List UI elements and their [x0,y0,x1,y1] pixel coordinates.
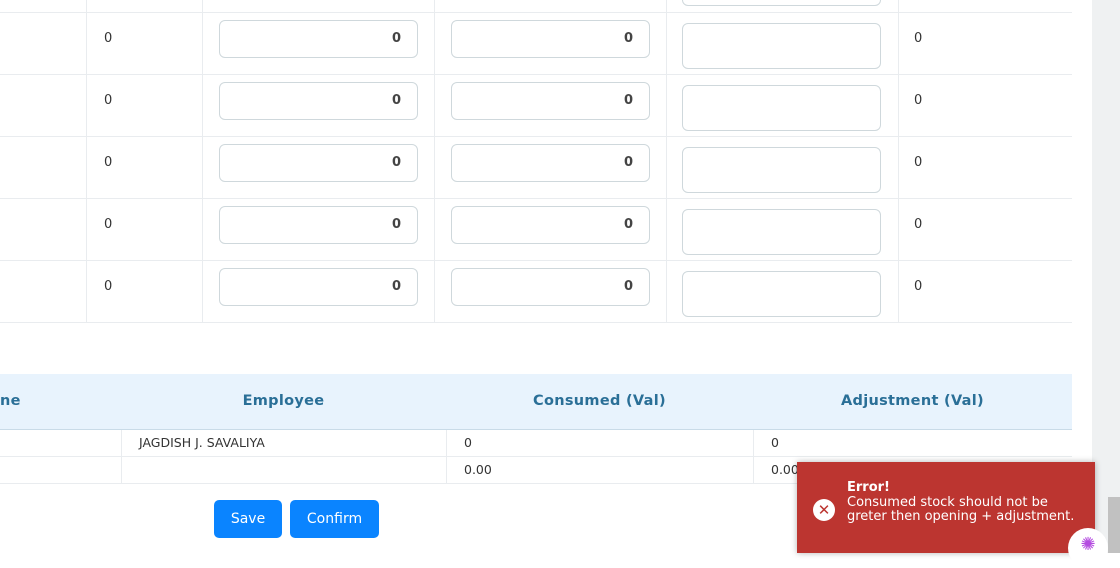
remarks-textarea[interactable] [682,271,881,317]
balance-value: 0 [914,279,923,294]
balance-value: 0 [914,217,923,232]
table-header: ne Employee Consumed (Val) Adjustment (V… [0,374,1072,430]
table-row-partial [0,0,1072,13]
adjustment-input[interactable]: 0 [451,144,650,182]
opening-value: 0 [104,217,113,232]
table-row: 0000 [0,137,1072,199]
employee-cell: JAGDISH J. SAVALIYA [121,430,446,457]
opening-value: 0 [104,31,113,46]
header-consumed: Consumed (Val) [533,393,666,409]
adjustment-cell: 0 [753,430,1072,457]
header-adjustment: Adjustment (Val) [841,393,984,409]
remarks-textarea[interactable] [682,147,881,193]
remarks-textarea[interactable] [682,0,881,6]
balance-value: 0 [914,155,923,170]
adjustment-input[interactable]: 0 [451,20,650,58]
opening-value: 0 [104,279,113,294]
quantity-input[interactable]: 0 [219,206,418,244]
toast-title: Error! [847,480,890,495]
remarks-textarea[interactable] [682,23,881,69]
adjustment-input[interactable]: 0 [451,268,650,306]
table-row: 0000 [0,13,1072,75]
quantity-input[interactable]: 0 [219,144,418,182]
quantity-input[interactable]: 0 [219,20,418,58]
scrollbar-thumb[interactable] [1108,497,1120,553]
table-row: 0000 [0,261,1072,323]
opening-value: 0 [104,155,113,170]
adjustment-input[interactable]: 0 [451,206,650,244]
remarks-textarea[interactable] [682,209,881,255]
consumed-cell: 0 [446,430,753,457]
table-row: 0000 [0,199,1072,261]
name-cell [0,457,121,484]
confirm-button[interactable]: Confirm [290,500,379,538]
save-button[interactable]: Save [214,500,282,538]
adjustment-input[interactable]: 0 [451,82,650,120]
error-x-icon: ✕ [813,499,835,521]
remarks-textarea[interactable] [682,85,881,131]
error-toast[interactable]: ✕ Error! Consumed stock should not be gr… [797,462,1095,553]
brain-assistant-icon[interactable]: ✺ [1068,528,1108,568]
balance-value: 0 [914,93,923,108]
scrollbar-track[interactable] [1092,0,1120,553]
employee-cell [121,457,446,484]
header-employee: Employee [242,393,325,409]
opening-value: 0 [104,93,113,108]
header-name: ne [0,393,21,409]
consumed-total: 0.00 [446,457,753,484]
balance-value: 0 [914,31,923,46]
quantity-input[interactable]: 0 [219,268,418,306]
quantity-input[interactable]: 0 [219,82,418,120]
table-row: JAGDISH J. SAVALIYA 0 0 [0,430,1072,457]
name-cell [0,430,121,457]
toast-message: Consumed stock should not be greter then… [847,495,1075,524]
table-row: 0000 [0,75,1072,137]
